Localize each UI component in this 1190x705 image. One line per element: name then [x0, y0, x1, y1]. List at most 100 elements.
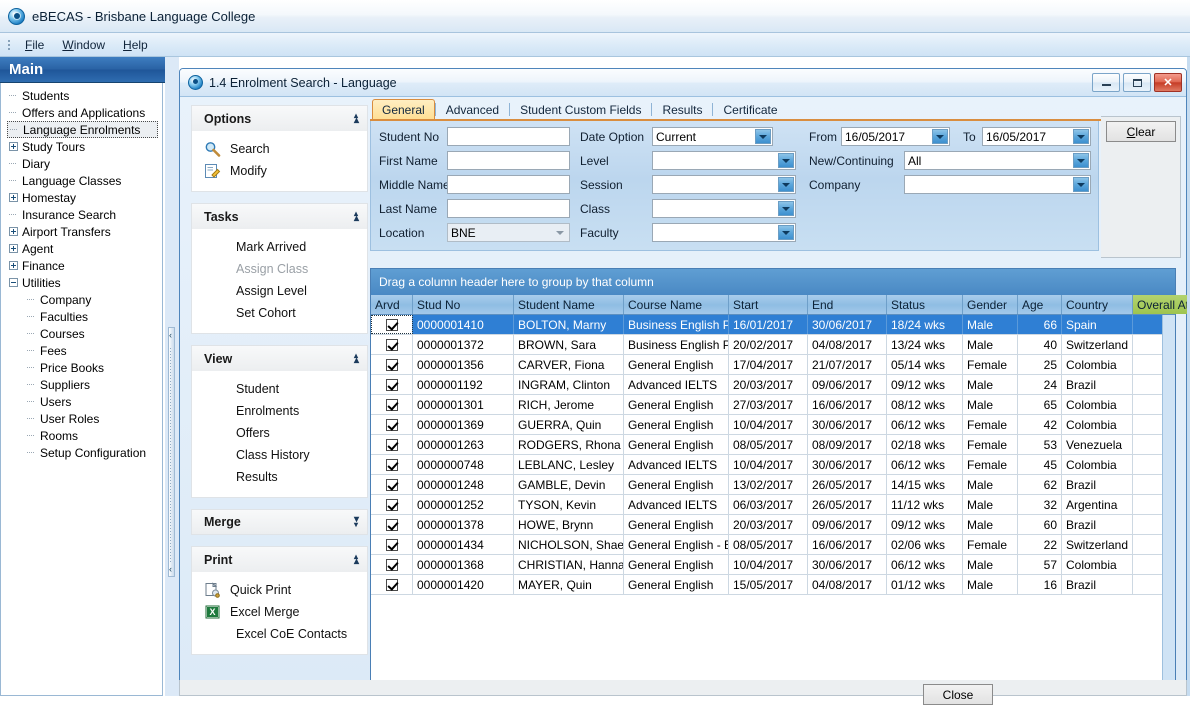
panel-item-assign-level[interactable]: Assign Level	[192, 280, 367, 302]
menu-file[interactable]: File	[16, 35, 53, 55]
arrived-checkbox[interactable]	[386, 379, 398, 391]
panel-item-offers[interactable]: Offers	[192, 422, 367, 444]
chevron-down-icon[interactable]	[778, 153, 794, 168]
expand-plus-icon[interactable]	[9, 227, 18, 236]
panel-item-quick-print[interactable]: Quick Print	[192, 579, 367, 601]
table-row[interactable]: 0000001356CARVER, FionaGeneral English17…	[371, 355, 1175, 375]
arrived-checkbox[interactable]	[386, 519, 398, 531]
sidebar-item-homestay[interactable]: Homestay	[1, 189, 162, 206]
level-combo[interactable]	[652, 151, 796, 170]
group-by-hint[interactable]: Drag a column header here to group by th…	[371, 269, 1175, 295]
grid-column-header-arvd[interactable]: Arvd	[371, 295, 413, 314]
tab-general[interactable]: General	[372, 99, 435, 119]
grid-vertical-scrollbar[interactable]	[1162, 315, 1175, 684]
cell-arvd[interactable]	[371, 435, 413, 454]
faculty-combo[interactable]	[652, 223, 796, 242]
chevron-down-icon[interactable]	[778, 225, 794, 240]
middle-name-input[interactable]	[447, 175, 570, 194]
close-dialog-button[interactable]: Close	[923, 684, 993, 705]
splitter-collapse-left-icon-2[interactable]: ‹	[169, 565, 174, 574]
arrived-checkbox[interactable]	[386, 559, 398, 571]
sidebar-item-diary[interactable]: Diary	[1, 155, 162, 172]
table-row[interactable]: 0000001301RICH, JeromeGeneral English27/…	[371, 395, 1175, 415]
arrived-checkbox[interactable]	[386, 499, 398, 511]
grid-column-header-stud_no[interactable]: Stud No	[413, 295, 514, 314]
collapse-chevron-up[interactable]: ▴▴	[354, 555, 358, 565]
arrived-checkbox[interactable]	[386, 339, 398, 351]
chevron-down-icon[interactable]	[1073, 177, 1089, 192]
cell-arvd[interactable]	[371, 475, 413, 494]
panel-item-search[interactable]: Search	[192, 138, 367, 160]
table-row[interactable]: 0000001192INGRAM, ClintonAdvanced IELTS2…	[371, 375, 1175, 395]
collapse-chevron-up[interactable]: ▴▴	[354, 114, 358, 124]
tab-certificate[interactable]: Certificate	[713, 99, 787, 119]
sidebar-item-utilities[interactable]: Utilities	[1, 274, 162, 291]
grid-column-header-country[interactable]: Country	[1062, 295, 1133, 314]
close-window-button[interactable]: ✕	[1154, 73, 1182, 92]
student-no-input[interactable]	[447, 127, 570, 146]
location-combo[interactable]: BNE	[447, 223, 570, 242]
sidebar-item-suppliers[interactable]: Suppliers	[1, 376, 162, 393]
arrived-checkbox[interactable]	[386, 319, 398, 331]
chevron-down-icon[interactable]	[932, 129, 948, 144]
tab-advanced[interactable]: Advanced	[436, 99, 509, 119]
sidebar-item-study-tours[interactable]: Study Tours	[1, 138, 162, 155]
clear-button[interactable]: Clear	[1106, 121, 1176, 142]
panel-item-enrolments[interactable]: Enrolments	[192, 400, 367, 422]
grid-column-header-name[interactable]: Student Name	[514, 295, 624, 314]
arrived-checkbox[interactable]	[386, 419, 398, 431]
table-row[interactable]: 0000001369GUERRA, QuinGeneral English10/…	[371, 415, 1175, 435]
table-row[interactable]: 0000001378HOWE, BrynnGeneral English20/0…	[371, 515, 1175, 535]
sidebar-item-finance[interactable]: Finance	[1, 257, 162, 274]
panel-item-modify[interactable]: Modify	[192, 160, 367, 182]
expand-plus-icon[interactable]	[9, 193, 18, 202]
grid-column-header-start[interactable]: Start	[729, 295, 808, 314]
panel-group-header-options[interactable]: Options▴▴	[191, 105, 368, 131]
cell-arvd[interactable]	[371, 375, 413, 394]
table-row[interactable]: 0000001252TYSON, KevinAdvanced IELTS06/0…	[371, 495, 1175, 515]
cell-arvd[interactable]	[371, 355, 413, 374]
sidebar-item-courses[interactable]: Courses	[1, 325, 162, 342]
sidebar-item-user-roles[interactable]: User Roles	[1, 410, 162, 427]
arrived-checkbox[interactable]	[386, 359, 398, 371]
expand-chevron-down[interactable]: ▾▾	[354, 517, 358, 527]
menu-help[interactable]: Help	[114, 35, 157, 55]
table-row[interactable]: 0000001372BROWN, SaraBusiness English PT…	[371, 335, 1175, 355]
cell-arvd[interactable]	[371, 495, 413, 514]
grid-column-header-status[interactable]: Status	[887, 295, 963, 314]
panel-item-class-history[interactable]: Class History	[192, 444, 367, 466]
sidebar-item-rooms[interactable]: Rooms	[1, 427, 162, 444]
chevron-down-icon[interactable]	[1073, 153, 1089, 168]
sidebar-item-language-classes[interactable]: Language Classes	[1, 172, 162, 189]
to-date-combo[interactable]: 16/05/2017	[982, 127, 1091, 146]
panel-splitter[interactable]: ‹ ‹	[165, 57, 179, 696]
sidebar-item-students[interactable]: Students	[1, 87, 162, 104]
expand-plus-icon[interactable]	[9, 261, 18, 270]
cell-arvd[interactable]	[371, 555, 413, 574]
grid-column-header-gender[interactable]: Gender	[963, 295, 1018, 314]
panel-item-student[interactable]: Student	[192, 378, 367, 400]
cell-arvd[interactable]	[371, 335, 413, 354]
splitter-collapse-left-icon[interactable]: ‹	[169, 331, 174, 340]
collapse-chevron-up[interactable]: ▴▴	[354, 212, 358, 222]
cell-arvd[interactable]	[371, 535, 413, 554]
sidebar-item-agent[interactable]: Agent	[1, 240, 162, 257]
cell-arvd[interactable]	[371, 575, 413, 594]
arrived-checkbox[interactable]	[386, 539, 398, 551]
arrived-checkbox[interactable]	[386, 479, 398, 491]
sidebar-item-setup-configuration[interactable]: Setup Configuration	[1, 444, 162, 461]
sidebar-item-users[interactable]: Users	[1, 393, 162, 410]
minimize-button[interactable]	[1092, 73, 1120, 92]
collapse-minus-icon[interactable]	[9, 278, 18, 287]
sidebar-item-faculties[interactable]: Faculties	[1, 308, 162, 325]
table-row[interactable]: 0000001368CHRISTIAN, HannaGeneral Englis…	[371, 555, 1175, 575]
table-row[interactable]: 0000001410BOLTON, MarnyBusiness English …	[371, 315, 1175, 335]
cell-arvd[interactable]	[371, 455, 413, 474]
sidebar-item-offers-and-applications[interactable]: Offers and Applications	[1, 104, 162, 121]
sidebar-item-price-books[interactable]: Price Books	[1, 359, 162, 376]
panel-item-mark-arrived[interactable]: Mark Arrived	[192, 236, 367, 258]
last-name-input[interactable]	[447, 199, 570, 218]
arrived-checkbox[interactable]	[386, 399, 398, 411]
table-row[interactable]: 0000001420MAYER, QuinGeneral English15/0…	[371, 575, 1175, 595]
chevron-down-icon[interactable]	[778, 177, 794, 192]
